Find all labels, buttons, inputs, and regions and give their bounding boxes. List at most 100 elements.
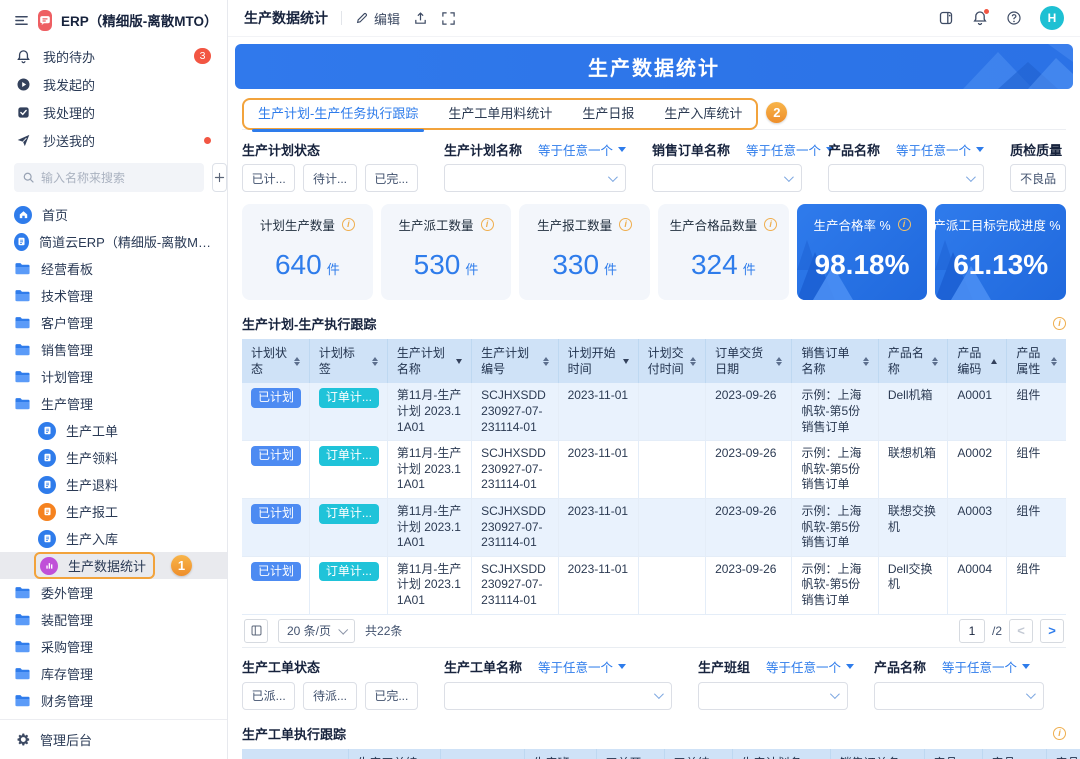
tab-2[interactable]: 生产工单用料统计 <box>448 100 552 128</box>
current-page-input[interactable]: 1 <box>959 619 985 643</box>
plan-status-option-1[interactable]: 已计... <box>242 164 295 192</box>
tab-1[interactable]: 生产计划-生产任务执行跟踪 <box>258 100 418 128</box>
workorder-status-option-1[interactable]: 已派... <box>242 682 295 710</box>
sidebar-search[interactable] <box>14 163 204 192</box>
stat-card-6[interactable]: 生产派工目标完成进度 %61.13% <box>935 204 1066 300</box>
edit-button[interactable]: 编辑 <box>355 9 400 28</box>
info-icon[interactable] <box>481 218 494 231</box>
tab-3[interactable]: 生产日报 <box>582 100 634 128</box>
sidebar-item-production-picking[interactable]: 生产领料 <box>0 444 227 471</box>
sidebar-item-inventory-mgmt[interactable]: 库存管理 <box>0 660 227 687</box>
workorder-column-header-2[interactable]: 生产工单编号 <box>348 749 440 759</box>
workorder-column-header-11[interactable]: 产品属性 <box>1046 749 1080 759</box>
sidebar-item-plan-mgmt[interactable]: 计划管理 <box>0 363 227 390</box>
plan-table-row[interactable]: 已计划订单计...第11月-生产计划 2023.11A01SCJHXSDD230… <box>242 556 1066 614</box>
sidebar-item-production-mgmt[interactable]: 生产管理 <box>0 390 227 417</box>
sidebar-item-home[interactable]: 首页 <box>0 201 227 228</box>
sidebar-item-purchase-mgmt[interactable]: 采购管理 <box>0 633 227 660</box>
sidebar-item-business-board[interactable]: 经营看板 <box>0 255 227 282</box>
plan-status-option-3[interactable]: 已完... <box>365 164 418 192</box>
workorder-column-header-9[interactable]: 产品名称 <box>924 749 982 759</box>
sidebar-item-my-processed[interactable]: 我处理的 <box>0 98 227 126</box>
stat-card-5[interactable]: 生产合格率 %98.18% <box>797 204 928 300</box>
workorder-column-header-8[interactable]: 销售订单名称 <box>830 749 924 759</box>
sidebar-item-my-initiated[interactable]: 我发起的 <box>0 70 227 98</box>
notifications-bell-icon[interactable] <box>972 10 988 26</box>
info-icon[interactable] <box>342 218 355 231</box>
plan-operator-dropdown-2[interactable]: 等于任意一个 <box>746 140 834 159</box>
sidebar-item-production-data-stats[interactable]: 生产数据统计1 <box>0 552 227 579</box>
plan-column-header-9[interactable]: 产品名称 <box>878 339 948 383</box>
workorder-column-header-1[interactable]: 生产工单名称 <box>242 749 348 759</box>
sidebar-item-sales-mgmt[interactable]: 销售管理 <box>0 336 227 363</box>
stat-card-1[interactable]: 计划生产数量640件 <box>242 204 373 300</box>
stat-card-4[interactable]: 生产合格品数量324件 <box>658 204 789 300</box>
workorder-status-option-2[interactable]: 待派... <box>303 682 356 710</box>
info-icon[interactable] <box>1053 317 1066 330</box>
plan-quality-option[interactable]: 不良品 <box>1010 164 1066 192</box>
sidebar-item-jiandaoyun-app[interactable]: 简道云ERP（精细版-离散MTO）「... <box>0 228 227 255</box>
plan-table-row[interactable]: 已计划订单计...第11月-生产计划 2023.11A01SCJHXSDD230… <box>242 383 1066 440</box>
admin-console-link[interactable]: 管理后台 <box>0 719 227 759</box>
plan-select-2[interactable] <box>652 164 802 192</box>
prev-page-button[interactable]: < <box>1009 619 1033 643</box>
plan-column-header-8[interactable]: 销售订单名称 <box>792 339 878 383</box>
plan-column-header-2[interactable]: 计划标签 <box>309 339 387 383</box>
workorder-column-header-5[interactable]: 工单开始日期 <box>596 749 664 759</box>
next-page-button[interactable]: > <box>1040 619 1064 643</box>
page-size-select[interactable]: 20 条/页 <box>278 619 355 643</box>
workorder-column-header-4[interactable]: 生产班组 <box>524 749 596 759</box>
workorder-select-2[interactable] <box>698 682 848 710</box>
sidebar-item-production-return[interactable]: 生产退料 <box>0 471 227 498</box>
sidebar-item-tech-mgmt[interactable]: 技术管理 <box>0 282 227 309</box>
stat-card-2[interactable]: 生产派工数量530件 <box>381 204 512 300</box>
plan-table-row[interactable]: 已计划订单计...第11月-生产计划 2023.11A01SCJHXSDD230… <box>242 498 1066 556</box>
collapse-sidebar-icon[interactable] <box>14 13 29 28</box>
plan-table-row[interactable]: 已计划订单计...第11月-生产计划 2023.11A01SCJHXSDD230… <box>242 441 1066 499</box>
sidebar-item-my-todos[interactable]: 我的待办3 <box>0 42 227 70</box>
workorder-select-3[interactable] <box>874 682 1044 710</box>
column-settings-button[interactable] <box>244 619 268 643</box>
sidebar-item-finance-mgmt[interactable]: 财务管理 <box>0 687 227 714</box>
workorder-column-header-3[interactable]: 工单状态 <box>440 749 524 759</box>
sidebar-item-customer-mgmt[interactable]: 客户管理 <box>0 309 227 336</box>
plan-operator-dropdown-3[interactable]: 等于任意一个 <box>896 140 984 159</box>
plan-column-header-1[interactable]: 计划状态 <box>242 339 309 383</box>
journal-panel-icon[interactable] <box>938 10 954 26</box>
workorder-operator-dropdown-1[interactable]: 等于任意一个 <box>538 657 626 676</box>
workorder-select-1[interactable] <box>444 682 672 710</box>
plan-status-option-2[interactable]: 待计... <box>303 164 356 192</box>
add-app-button[interactable] <box>212 163 227 192</box>
plan-column-header-10[interactable]: 产品编码 <box>948 339 1007 383</box>
plan-operator-dropdown-1[interactable]: 等于任意一个 <box>538 140 626 159</box>
plan-column-header-4[interactable]: 生产计划编号 <box>472 339 558 383</box>
sidebar-item-production-reporting[interactable]: 生产报工 <box>0 498 227 525</box>
workorder-operator-dropdown-2[interactable]: 等于任意一个 <box>766 657 854 676</box>
plan-column-header-11[interactable]: 产品属性 <box>1007 339 1066 383</box>
info-icon[interactable] <box>619 218 632 231</box>
export-icon[interactable] <box>413 11 428 26</box>
workorder-operator-dropdown-3[interactable]: 等于任意一个 <box>942 657 1030 676</box>
plan-select-3[interactable] <box>828 164 984 192</box>
workorder-column-header-6[interactable]: 工单结束日期 <box>664 749 732 759</box>
info-icon[interactable] <box>1053 727 1066 740</box>
help-icon[interactable] <box>1006 10 1022 26</box>
sidebar-item-production-workorder[interactable]: 生产工单 <box>0 417 227 444</box>
plan-column-header-5[interactable]: 计划开始时间 <box>558 339 638 383</box>
search-input[interactable] <box>41 171 196 185</box>
sidebar-item-cc-to-me[interactable]: 抄送我的 <box>0 126 227 154</box>
workorder-status-option-3[interactable]: 已完... <box>365 682 418 710</box>
workorder-column-header-7[interactable]: 生产计划名称 <box>732 749 830 759</box>
plan-column-header-7[interactable]: 订单交货日期 <box>706 339 792 383</box>
info-icon[interactable] <box>898 218 911 231</box>
sidebar-item-assembly-mgmt[interactable]: 装配管理 <box>0 606 227 633</box>
plan-select-1[interactable] <box>444 164 626 192</box>
workorder-column-header-10[interactable]: 产品编码 <box>982 749 1046 759</box>
stat-card-3[interactable]: 生产报工数量330件 <box>519 204 650 300</box>
fullscreen-icon[interactable] <box>441 11 456 26</box>
plan-column-header-3[interactable]: 生产计划名称 <box>387 339 471 383</box>
info-icon[interactable] <box>764 218 777 231</box>
plan-column-header-6[interactable]: 计划交付时间 <box>638 339 705 383</box>
user-avatar[interactable]: H <box>1040 6 1064 30</box>
sidebar-item-production-inbound[interactable]: 生产入库 <box>0 525 227 552</box>
